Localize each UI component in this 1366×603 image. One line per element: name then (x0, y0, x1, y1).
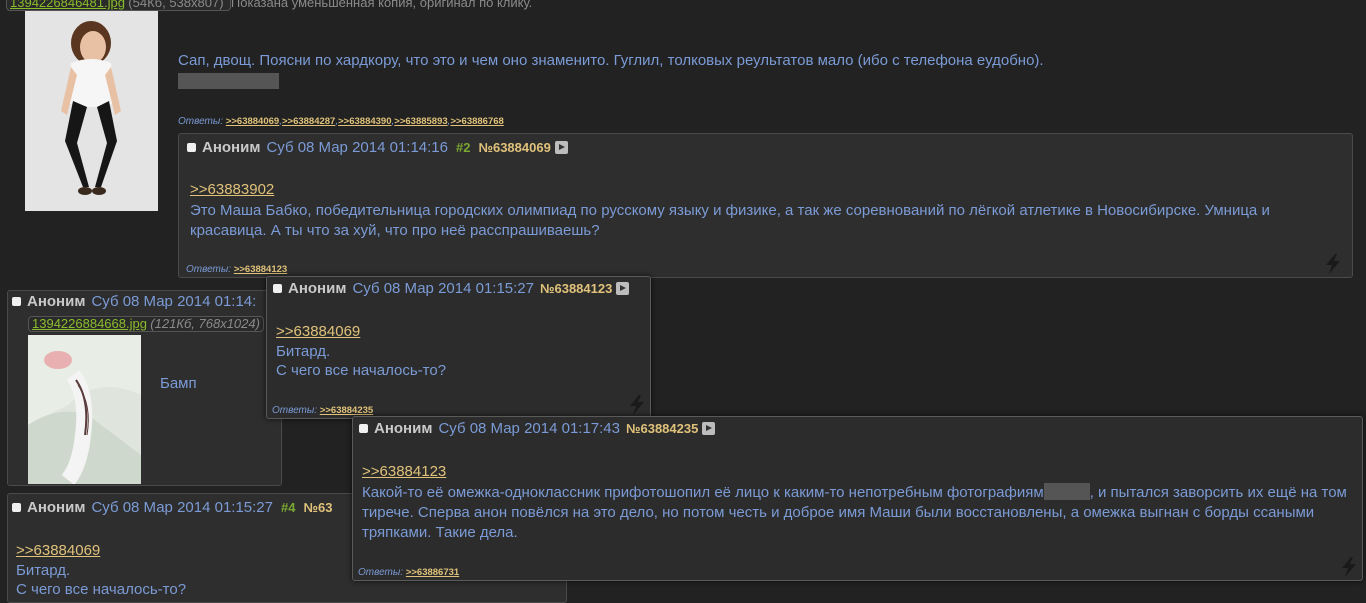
op-file-info: (54Кб, 538x807) (128, 0, 224, 10)
post-number: #4 (281, 500, 296, 515)
expand-icon[interactable] (702, 421, 716, 435)
post-header: Аноним Суб 08 Мар 2014 01:14:16 #2 №6388406… (187, 138, 568, 158)
op-answer-link[interactable]: >>63885893 (394, 116, 447, 127)
op-thumb-note: Показана уменьшенная копия, оригинал по … (230, 0, 533, 10)
preview-popup-63884123: Аноним Суб 08 Мар 2014 01:15:27 №63884123 … (266, 276, 651, 419)
answer-link[interactable]: >>63884123 (234, 264, 287, 275)
post-answers: Ответы: >>63886731 (358, 567, 459, 578)
post-id[interactable]: №63884235 (626, 421, 698, 436)
op-answer-link[interactable]: >>63884390 (338, 116, 391, 127)
reply-ref-link[interactable]: >>63884123 (362, 463, 446, 480)
post-checkbox[interactable] (12, 296, 21, 306)
op-spoiler[interactable] (178, 73, 279, 89)
reply-ref-link[interactable]: >>63883902 (190, 181, 274, 198)
poster-name: Аноним (27, 499, 86, 516)
post-thumbnail-image (28, 335, 141, 484)
op-message: Сап, двощ. Поясни по хардкору, что это и… (178, 52, 1044, 69)
post-date: Суб 08 Мар 2014 01:14:16 (266, 139, 448, 156)
poster-name: Аноним (202, 139, 261, 156)
op-answers: Ответы: >>63884069,>>63884287,>>63884390… (178, 116, 504, 127)
post-answers: Ответы: >>63884235 (272, 405, 373, 416)
poster-name: Аноним (374, 420, 433, 437)
post-header: Аноним Суб 08 Мар 2014 01:17:43 №63884235 (359, 419, 716, 439)
post-answers: Ответы: >>63884123 (186, 264, 287, 275)
spoiler[interactable] (1043, 483, 1090, 500)
post-date: Суб 08 Мар 2014 01:17:43 (438, 420, 620, 437)
lightning-icon[interactable] (1338, 556, 1360, 578)
post-file-tag: 1394226884668.jpg (121Кб, 768x1024) (28, 316, 264, 332)
post-message: Бамп (160, 375, 197, 392)
expand-icon[interactable] (616, 281, 630, 295)
post-message-part-1: Какой-то её омежка-одноклассник прифотош… (362, 484, 1044, 501)
answer-link[interactable]: >>63886731 (406, 567, 459, 578)
post-message: Это Маша Бабко, победительница городских… (190, 202, 1270, 239)
post-checkbox[interactable] (12, 502, 21, 512)
op-file-line: 1394226846481.jpg (54Кб, 538x807) Показа… (6, 0, 532, 11)
preview-popup-63884235: Аноним Суб 08 Мар 2014 01:17:43 №63884235 … (352, 416, 1363, 581)
lightning-icon[interactable] (1322, 253, 1344, 275)
post-id[interactable]: №63 (303, 500, 332, 515)
lightning-icon[interactable] (626, 394, 648, 416)
post-thumbnail[interactable] (28, 335, 141, 484)
op-answer-link[interactable]: >>63884287 (282, 116, 335, 127)
op-thumbnail-image (25, 11, 158, 211)
post-checkbox[interactable] (359, 423, 368, 433)
post-header: Аноним Суб 08 Мар 2014 01:15:27 №63884123 (273, 279, 630, 299)
post-date: Суб 08 Мар 2014 01:15:27 (91, 499, 273, 516)
post-message-line-2: С чего все началось-то? (16, 581, 187, 598)
op-answer-link[interactable]: >>63886768 (450, 116, 503, 127)
post-header: Аноним Суб 08 Мар 2014 01:15:27 #4 №63 (12, 498, 332, 518)
post-id[interactable]: №63884123 (540, 281, 612, 296)
op-answer-link[interactable]: >>63884069 (226, 116, 279, 127)
expand-icon[interactable] (554, 140, 568, 154)
post-date: Суб 08 Мар 2014 01:14: (91, 293, 257, 310)
reply-ref-link[interactable]: >>63884069 (16, 542, 100, 559)
post-message-line-2: С чего все началось-то? (276, 362, 447, 379)
post-file-link[interactable]: 1394226884668.jpg (32, 316, 147, 331)
post-checkbox[interactable] (187, 142, 196, 152)
poster-name: Аноним (288, 280, 347, 297)
post-message-line-1: Битард. (16, 562, 71, 579)
answers-label: Ответы: (358, 567, 404, 578)
reply-post-2: Аноним Суб 08 Мар 2014 01:14:16 #2 №6388406… (178, 133, 1353, 278)
post-message-line-1: Битард. (276, 343, 331, 360)
reply-post-3: Аноним Суб 08 Мар 2014 01:14: 13942268846… (7, 290, 282, 486)
post-header: Аноним Суб 08 Мар 2014 01:14: (12, 292, 264, 312)
answers-label: Ответы: (272, 405, 318, 416)
post-message: Какой-то её омежка-одноклассник прифотош… (362, 483, 1352, 543)
poster-name: Аноним (27, 293, 86, 310)
answers-label: Ответы: (186, 264, 232, 275)
post-id[interactable]: №63884069 (478, 140, 550, 155)
answer-link[interactable]: >>63884235 (320, 405, 373, 416)
post-checkbox[interactable] (273, 283, 282, 293)
post-number: #2 (456, 140, 471, 155)
op-answers-label: Ответы: (178, 116, 224, 127)
reply-ref-link[interactable]: >>63884069 (276, 323, 360, 340)
post-date: Суб 08 Мар 2014 01:15:27 (352, 280, 534, 297)
post-file-info: (121Кб, 768x1024) (150, 316, 260, 331)
op-thumbnail[interactable] (25, 11, 158, 211)
op-file-link[interactable]: 1394226846481.jpg (10, 0, 125, 10)
op-file-tag: 1394226846481.jpg (54Кб, 538x807) (6, 0, 231, 11)
